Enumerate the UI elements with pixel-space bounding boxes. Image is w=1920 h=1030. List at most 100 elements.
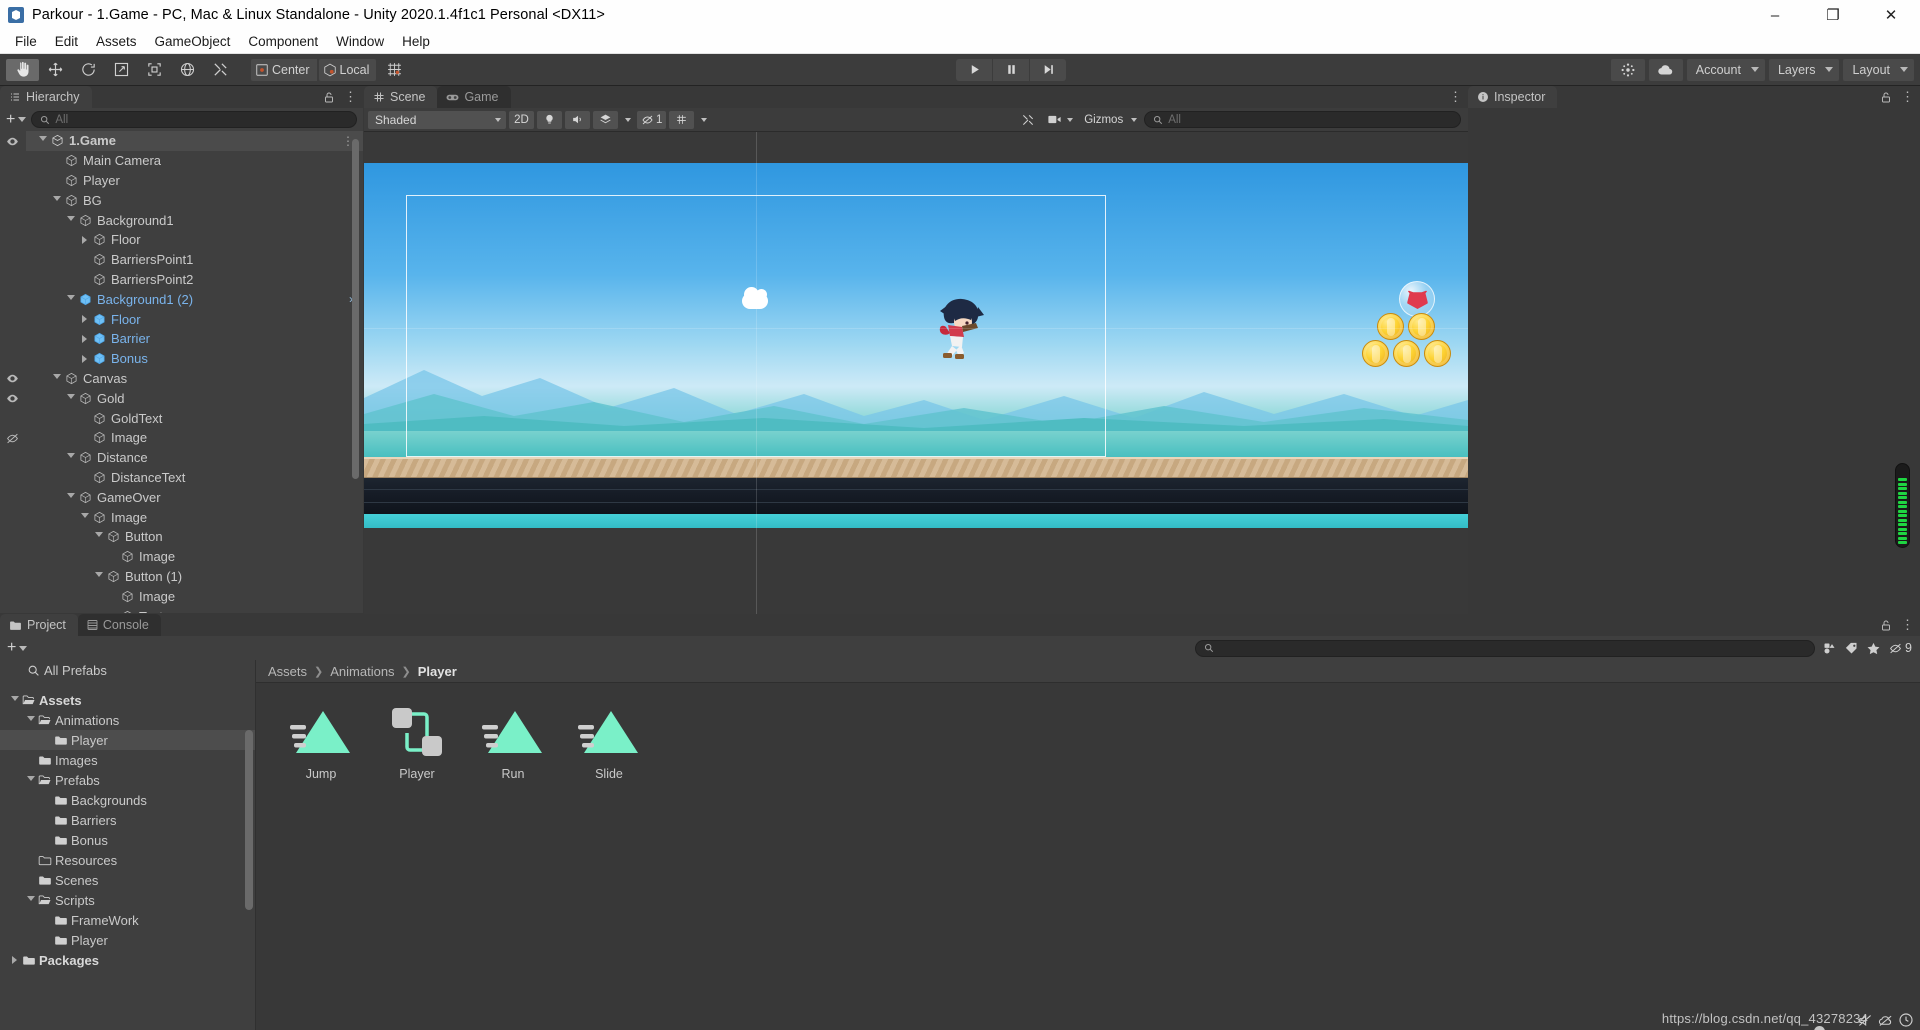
scale-tool-button[interactable] <box>105 58 138 81</box>
inspector-menu-icon[interactable]: ⋮ <box>1901 89 1915 105</box>
layers-dropdown[interactable]: Layers <box>1768 58 1840 81</box>
project-create-button[interactable]: + <box>7 640 28 656</box>
hierarchy-item-image[interactable]: Image <box>26 547 363 567</box>
chevron-down-icon[interactable] <box>50 195 63 205</box>
menu-assets[interactable]: Assets <box>87 31 146 53</box>
hierarchy-item-1-game[interactable]: 1.Game ⋮ <box>26 131 363 151</box>
project-folder-assets[interactable]: Assets <box>0 690 255 710</box>
scene-audio-button[interactable] <box>565 110 590 129</box>
tab-console[interactable]: Console <box>77 614 161 636</box>
project-folder-barriers[interactable]: Barriers <box>0 810 255 830</box>
chevron-down-icon[interactable] <box>64 393 77 403</box>
lock-icon[interactable] <box>1880 619 1892 632</box>
project-content-area[interactable]: Assets ❯ Animations ❯ Player Jump Player Run Sl… <box>256 660 1920 1030</box>
project-folder-packages[interactable]: Packages <box>0 950 255 970</box>
hierarchy-item-text[interactable]: Text <box>26 606 363 613</box>
filter-by-type-icon[interactable] <box>1822 641 1837 656</box>
hierarchy-item-barrierspoint1[interactable]: BarriersPoint1 <box>26 250 363 270</box>
scene-fx-dropdown[interactable] <box>621 111 634 129</box>
chevron-down-icon[interactable] <box>24 715 37 725</box>
project-folder-framework[interactable]: FrameWork <box>0 910 255 930</box>
scene-grid-dropdown[interactable] <box>697 111 710 129</box>
breadcrumb-item-player[interactable]: Player <box>418 664 457 679</box>
chevron-down-icon[interactable] <box>24 775 37 785</box>
account-dropdown[interactable]: Account <box>1686 58 1765 81</box>
pivot-center-button[interactable]: Center <box>251 58 317 81</box>
project-tree-scrollbar[interactable] <box>245 730 253 910</box>
project-menu-icon[interactable]: ⋮ <box>1901 617 1915 633</box>
hidden-packages-indicator[interactable]: 9 <box>1888 641 1912 655</box>
scene-hidden-objects-button[interactable]: 1 <box>637 110 667 129</box>
hierarchy-item-bonus[interactable]: Bonus <box>26 349 363 369</box>
favorites-star-icon[interactable] <box>1866 641 1881 656</box>
project-search-input[interactable] <box>1195 639 1816 657</box>
chevron-right-icon[interactable] <box>78 334 91 343</box>
move-tool-button[interactable] <box>39 58 72 81</box>
tab-scene[interactable]: Scene <box>364 86 438 108</box>
collab-status-icon[interactable] <box>1877 1013 1894 1028</box>
hierarchy-item-canvas[interactable]: Canvas <box>26 369 363 389</box>
close-button[interactable]: ✕ <box>1862 0 1920 30</box>
asset-item[interactable]: Slide <box>572 705 646 781</box>
project-folder-images[interactable]: Images <box>0 750 255 770</box>
breadcrumb-item-assets[interactable]: Assets <box>268 664 307 679</box>
custom-tool-button[interactable] <box>204 58 237 81</box>
chevron-down-icon[interactable] <box>50 373 63 383</box>
filter-by-label-icon[interactable] <box>1844 641 1859 656</box>
transform-tool-button[interactable] <box>171 58 204 81</box>
tab-inspector[interactable]: Inspector <box>1468 86 1558 108</box>
rotate-tool-button[interactable] <box>72 58 105 81</box>
cloud-button[interactable] <box>1648 58 1683 81</box>
scene-camera-button[interactable] <box>1043 111 1077 129</box>
hierarchy-search-input[interactable]: All <box>31 111 357 128</box>
chevron-right-icon[interactable] <box>78 354 91 363</box>
toggle-2d-button[interactable]: 2D <box>509 110 534 129</box>
chevron-down-icon[interactable] <box>8 695 21 705</box>
scene-tools-button[interactable] <box>1015 111 1040 129</box>
mute-audio-icon[interactable] <box>1857 1013 1873 1028</box>
hierarchy-item-image[interactable]: Image <box>26 428 363 448</box>
grid-snap-button[interactable] <box>378 58 412 81</box>
breadcrumb-item-animations[interactable]: Animations <box>330 664 394 679</box>
chevron-down-icon[interactable] <box>24 895 37 905</box>
scene-lighting-button[interactable] <box>537 110 562 129</box>
asset-item[interactable]: Player <box>380 705 454 781</box>
hierarchy-scrollbar[interactable] <box>350 133 361 611</box>
lock-icon[interactable] <box>323 91 335 104</box>
scene-menu-icon[interactable]: ⋮ <box>1449 89 1463 105</box>
project-folder-scenes[interactable]: Scenes <box>0 870 255 890</box>
project-folder-backgrounds[interactable]: Backgrounds <box>0 790 255 810</box>
chevron-right-icon[interactable] <box>78 315 91 324</box>
chevron-down-icon[interactable] <box>92 571 105 581</box>
asset-item[interactable]: Jump <box>284 705 358 781</box>
scene-viewport[interactable] <box>364 132 1468 635</box>
project-folder-bonus[interactable]: Bonus <box>0 830 255 850</box>
asset-item[interactable]: Run <box>476 705 550 781</box>
tab-hierarchy[interactable]: Hierarchy <box>0 86 92 108</box>
play-button[interactable] <box>956 58 993 81</box>
chevron-down-icon[interactable] <box>64 294 77 304</box>
project-folder-resources[interactable]: Resources <box>0 850 255 870</box>
menu-edit[interactable]: Edit <box>46 31 87 53</box>
lock-icon[interactable] <box>1880 91 1892 104</box>
hierarchy-item-image[interactable]: Image <box>26 586 363 606</box>
hierarchy-item-button-1[interactable]: Button (1) <box>26 567 363 587</box>
hierarchy-tree[interactable]: 1.Game ⋮ Main Camera Player BG Background1 Flo… <box>0 131 363 613</box>
hierarchy-item-barrier[interactable]: Barrier <box>26 329 363 349</box>
hand-tool-button[interactable] <box>6 58 39 81</box>
chevron-right-icon[interactable] <box>8 956 21 964</box>
tab-game[interactable]: Game <box>437 86 511 108</box>
hierarchy-item-bg[interactable]: BG <box>26 190 363 210</box>
project-favorite-all-prefabs[interactable]: All Prefabs <box>0 660 255 680</box>
hierarchy-item-distance[interactable]: Distance <box>26 448 363 468</box>
hierarchy-item-player[interactable]: Player <box>26 171 363 191</box>
scene-search-input[interactable]: All <box>1144 111 1462 128</box>
scene-fx-button[interactable] <box>593 110 618 129</box>
chevron-down-icon[interactable] <box>36 136 49 145</box>
project-folder-tree[interactable]: All Prefabs Assets Animations Player Images… <box>0 660 256 1030</box>
progress-status-icon[interactable] <box>1898 1012 1914 1028</box>
chevron-down-icon[interactable] <box>78 512 91 522</box>
menu-file[interactable]: File <box>6 31 46 53</box>
hierarchy-item-gold[interactable]: Gold <box>26 388 363 408</box>
scene-grid-button[interactable] <box>669 110 695 129</box>
